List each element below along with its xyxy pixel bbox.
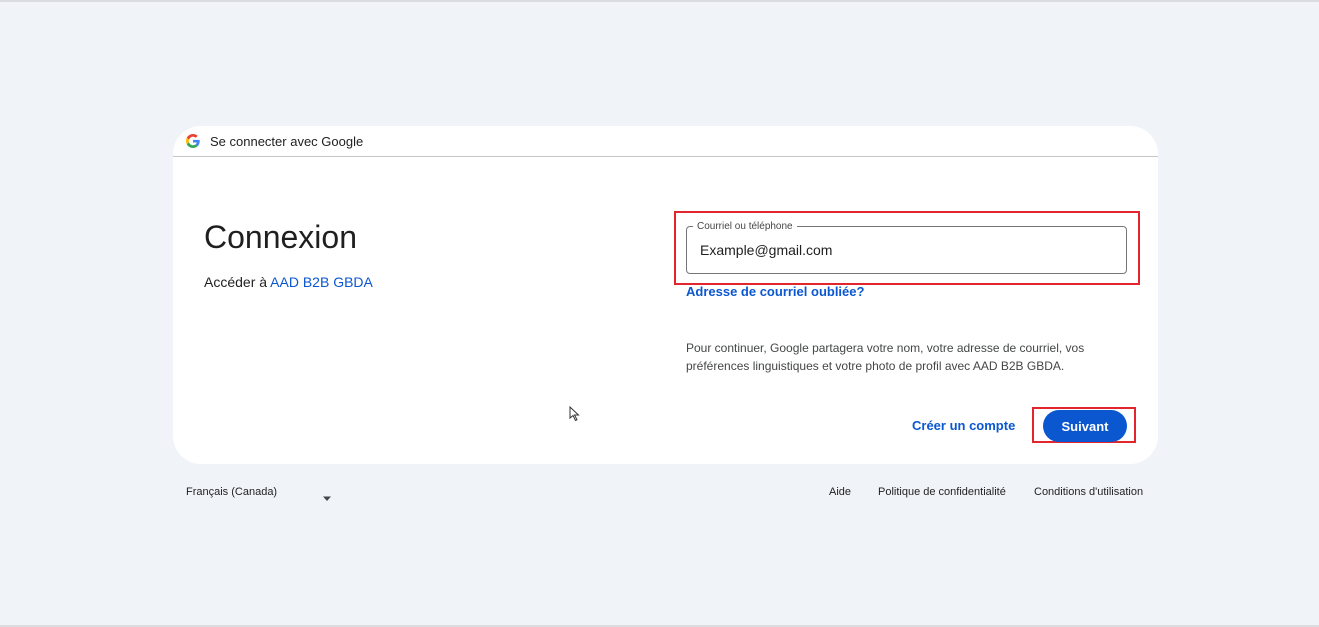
- next-button[interactable]: Suivant: [1043, 410, 1127, 442]
- forgot-email-link[interactable]: Adresse de courriel oubliée?: [686, 284, 864, 299]
- top-divider: [0, 0, 1319, 2]
- card-header: Se connecter avec Google: [173, 126, 1158, 157]
- email-field[interactable]: [700, 242, 1100, 258]
- language-selector[interactable]: Français (Canada): [186, 486, 277, 498]
- header-title: Se connecter avec Google: [210, 133, 364, 149]
- email-field-label: Courriel ou téléphone: [693, 221, 797, 232]
- subtitle-prefix: Accéder à: [204, 274, 268, 290]
- caret-down-icon[interactable]: [322, 489, 332, 501]
- create-account-link[interactable]: Créer un compte: [912, 418, 1015, 433]
- google-g-icon: [186, 134, 200, 148]
- subtitle: Accéder à AAD B2B GBDA: [204, 274, 373, 290]
- info-text: Pour continuer, Google partagera votre n…: [686, 341, 1085, 373]
- terms-link[interactable]: Conditions d'utilisation: [1034, 486, 1143, 498]
- signin-card: Se connecter avec Google Connexion Accéd…: [173, 126, 1158, 464]
- privacy-link[interactable]: Politique de confidentialité: [878, 486, 1006, 498]
- help-link[interactable]: Aide: [829, 486, 851, 498]
- app-name-link[interactable]: AAD B2B GBDA: [270, 274, 373, 290]
- mouse-cursor-icon: [569, 405, 581, 422]
- page-title: Connexion: [204, 219, 357, 255]
